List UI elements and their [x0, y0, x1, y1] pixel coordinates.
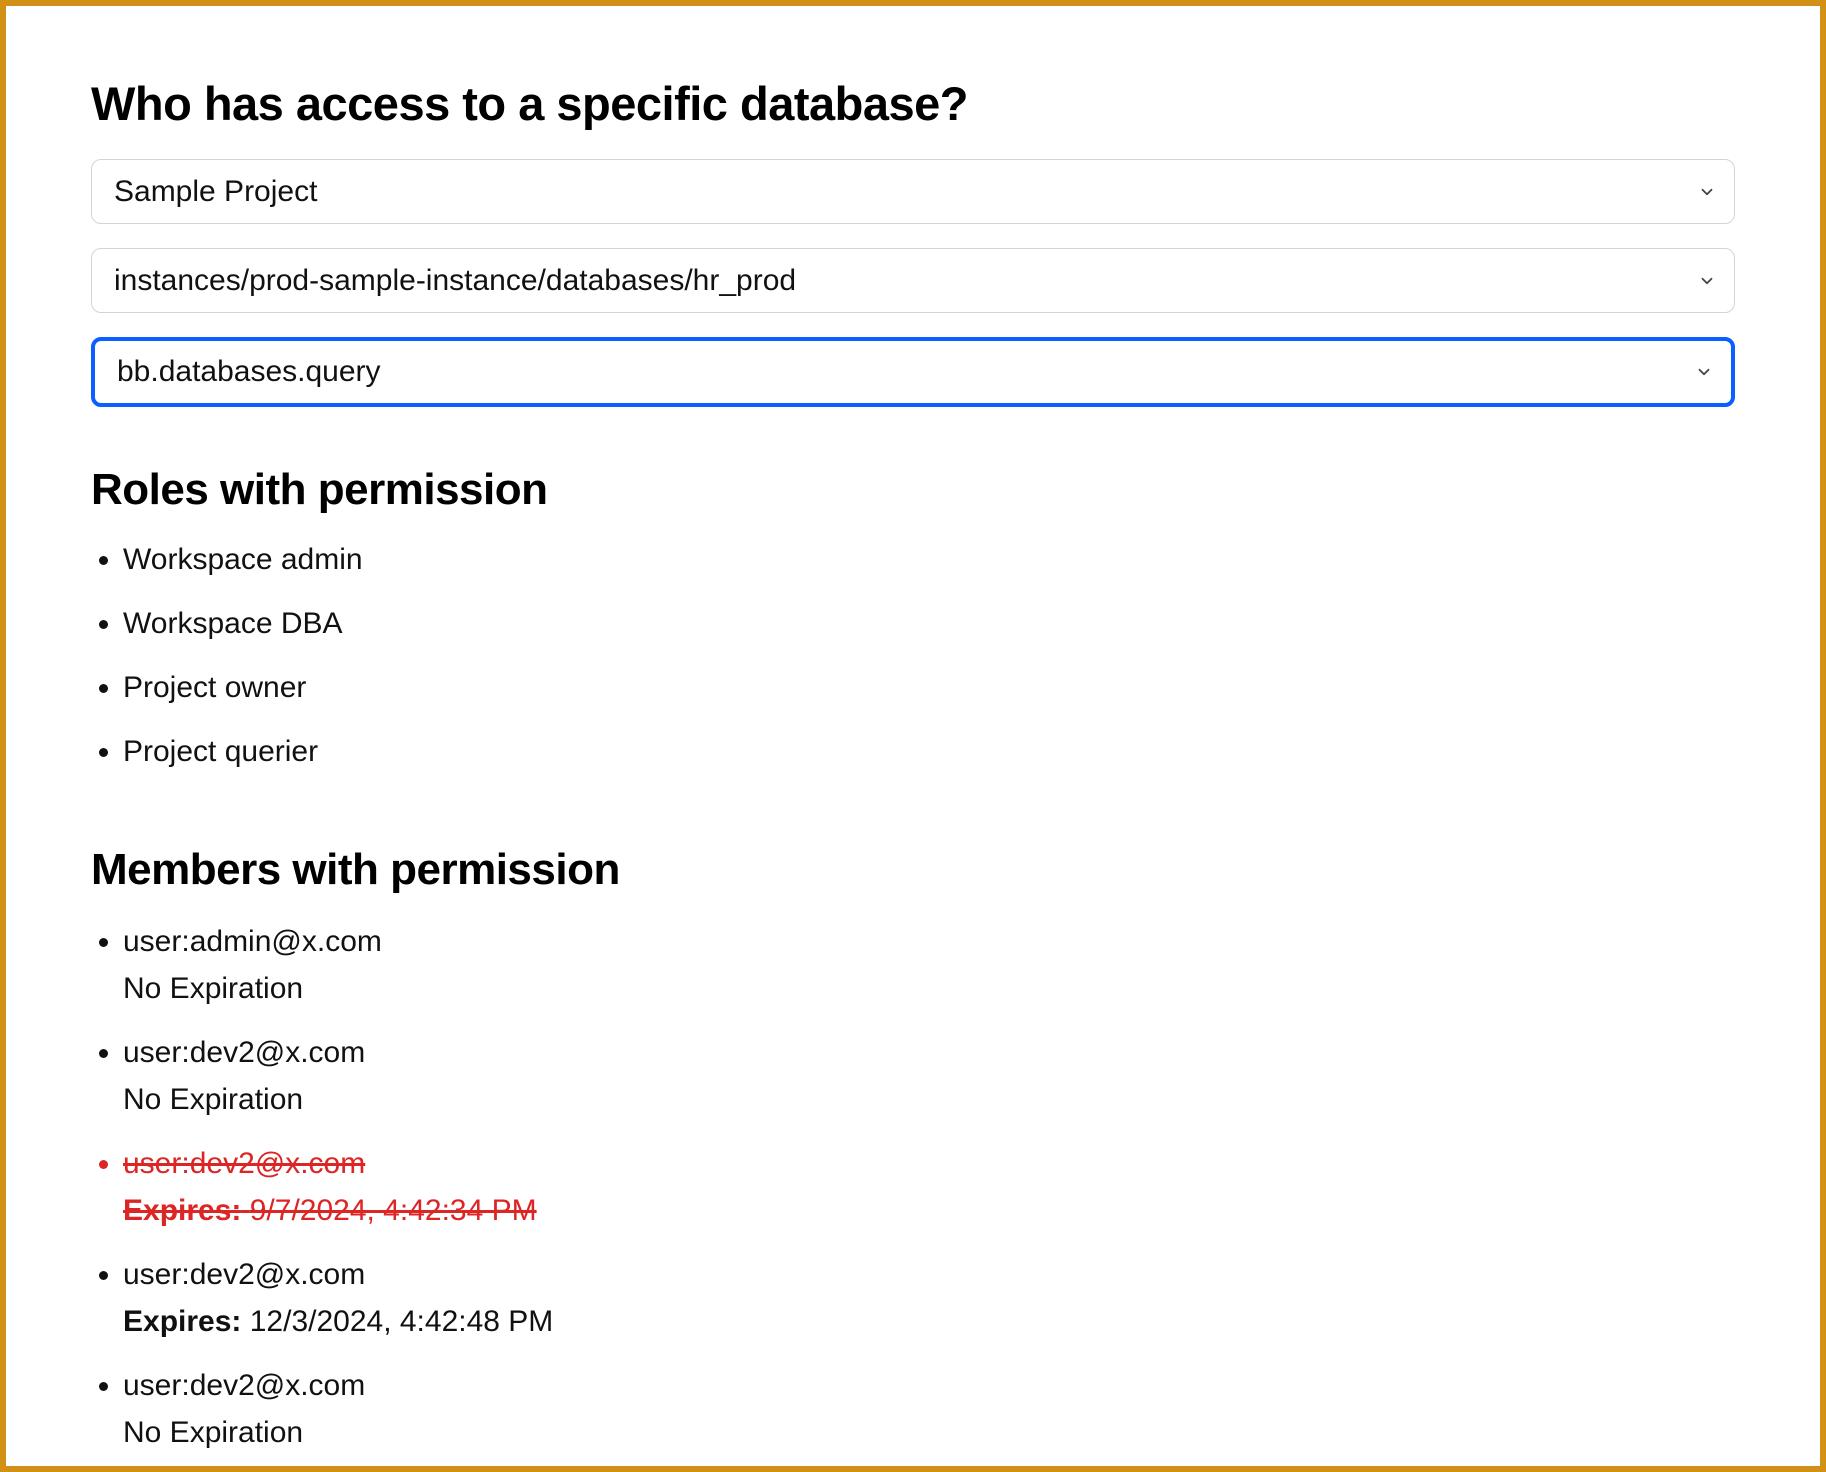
expires-label: Expires:: [123, 1194, 241, 1227]
project-select-value: Sample Project: [114, 175, 317, 209]
roles-list: Workspace admin Workspace DBA Project ow…: [91, 539, 1735, 773]
chevron-down-icon: [1695, 355, 1713, 389]
permission-select[interactable]: bb.databases.query: [91, 337, 1735, 407]
member-item: user:dev2@x.com No Expiration: [123, 1030, 1735, 1123]
database-select-value: instances/prod-sample-instance/databases…: [114, 264, 796, 298]
member-item: user:dev2@x.com Expires: 12/3/2024, 4:42…: [123, 1252, 1735, 1345]
chevron-down-icon: [1698, 264, 1716, 298]
role-item: Project owner: [123, 667, 1735, 709]
members-heading: Members with permission: [91, 845, 1735, 895]
project-select[interactable]: Sample Project: [91, 159, 1735, 224]
expires-value: 9/7/2024, 4:42:34 PM: [250, 1194, 537, 1227]
expires-value: 12/3/2024, 4:42:48 PM: [250, 1305, 554, 1338]
member-expiration: Expires: 9/7/2024, 4:42:34 PM: [123, 1188, 1735, 1235]
member-expiration: Expires: 12/3/2024, 4:42:48 PM: [123, 1299, 1735, 1346]
member-id: user:dev2@x.com: [123, 1036, 365, 1069]
member-id: user:admin@x.com: [123, 925, 382, 958]
expires-label: Expires:: [123, 1305, 241, 1338]
member-expiration: No Expiration: [123, 966, 1735, 1013]
permission-select-value: bb.databases.query: [117, 355, 381, 389]
members-list: user:admin@x.com No Expiration user:dev2…: [91, 919, 1735, 1456]
member-id: user:dev2@x.com: [123, 1258, 365, 1291]
role-item: Workspace admin: [123, 539, 1735, 581]
member-item-expired: user:dev2@x.com Expires: 9/7/2024, 4:42:…: [123, 1141, 1735, 1234]
role-item: Project querier: [123, 731, 1735, 773]
member-id: user:dev2@x.com: [123, 1147, 365, 1180]
roles-heading: Roles with permission: [91, 465, 1735, 515]
member-expiration: No Expiration: [123, 1077, 1735, 1124]
member-id: user:dev2@x.com: [123, 1369, 365, 1402]
role-item: Workspace DBA: [123, 603, 1735, 645]
database-select[interactable]: instances/prod-sample-instance/databases…: [91, 248, 1735, 313]
member-item: user:admin@x.com No Expiration: [123, 919, 1735, 1012]
chevron-down-icon: [1698, 175, 1716, 209]
member-item: user:dev2@x.com No Expiration: [123, 1363, 1735, 1456]
page-title: Who has access to a specific database?: [91, 76, 1735, 131]
member-expiration: No Expiration: [123, 1410, 1735, 1457]
